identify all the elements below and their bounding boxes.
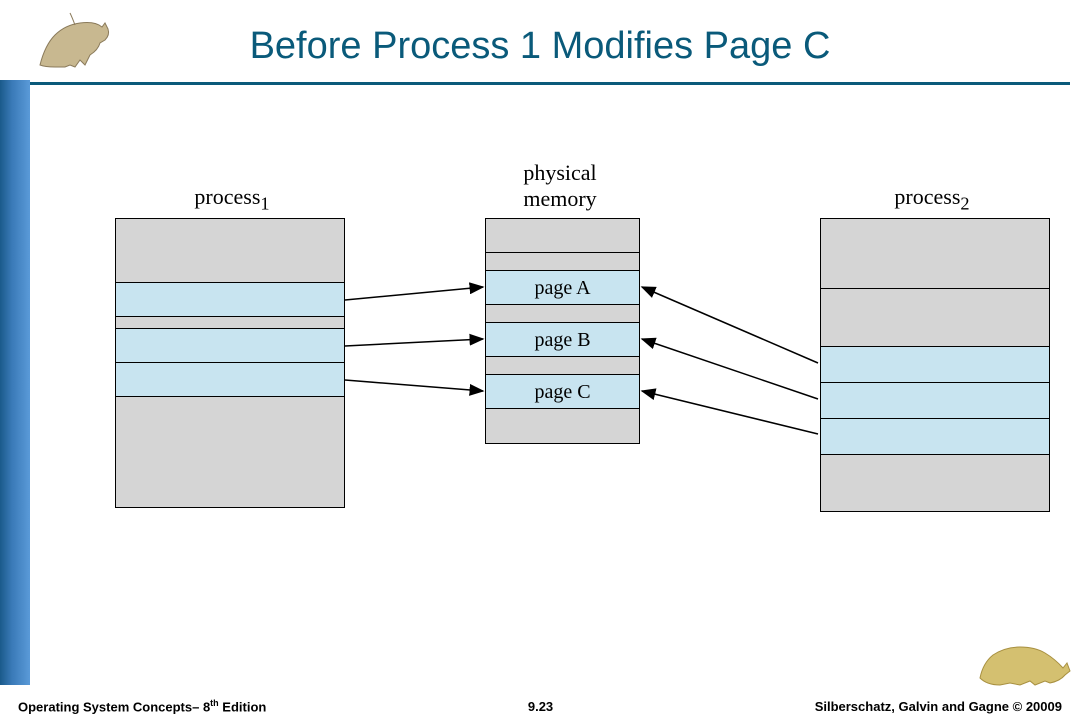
p1-row-grey-top: [116, 219, 344, 283]
sidebar-accent: [0, 80, 30, 685]
footer-copyright: Silberschatz, Galvin and Gagne © 20009: [815, 699, 1062, 714]
footer-left-post: Edition: [219, 699, 267, 714]
memory-diagram: process1 physical memory process2 page A…: [60, 160, 1050, 580]
p1-gap-1: [116, 317, 344, 329]
p1-row-grey-bot: [116, 397, 344, 507]
page-c-cell: page C: [486, 375, 639, 409]
process2-sub: 2: [960, 193, 969, 213]
page-b-cell: page B: [486, 323, 639, 357]
p2-page-slot-1: [821, 347, 1049, 383]
p2-row-grey-mid: [821, 289, 1049, 347]
process1-stack: [115, 218, 345, 508]
p2-row-grey-bot: [821, 455, 1049, 511]
footer-page: 9.23: [528, 699, 553, 714]
footer-left-pre: Operating System Concepts– 8: [18, 699, 210, 714]
dinosaur-bottom-icon: [975, 633, 1075, 688]
p2-page-slot-3: [821, 419, 1049, 455]
pm-grey-1: [486, 409, 639, 443]
pm-gap-1: [486, 305, 639, 323]
footer-left-sup: th: [210, 698, 219, 708]
footer-left: Operating System Concepts– 8th Edition: [18, 698, 266, 714]
pm-gap-0: [486, 253, 639, 271]
p2-page-slot-2: [821, 383, 1049, 419]
process1-text: process: [194, 184, 260, 209]
pm-grey-0: [486, 219, 639, 253]
process2-stack: [820, 218, 1050, 512]
p1-page-slot-3: [116, 363, 344, 397]
p1-page-slot-2: [116, 329, 344, 363]
physical-memory-label: physical memory: [460, 160, 660, 212]
process2-label: process2: [832, 184, 1032, 214]
title-rule: [30, 82, 1070, 85]
p1-page-slot-1: [116, 283, 344, 317]
process1-label: process1: [132, 184, 332, 214]
page-title: Before Process 1 Modifies Page C: [0, 25, 1080, 68]
process1-sub: 1: [260, 193, 269, 213]
page-a-cell: page A: [486, 271, 639, 305]
p2-row-grey-top: [821, 219, 1049, 289]
pm-gap-2: [486, 357, 639, 375]
physical-memory-stack: page A page B page C: [485, 218, 640, 444]
footer: Operating System Concepts– 8th Edition 9…: [0, 692, 1080, 720]
process2-text: process: [894, 184, 960, 209]
